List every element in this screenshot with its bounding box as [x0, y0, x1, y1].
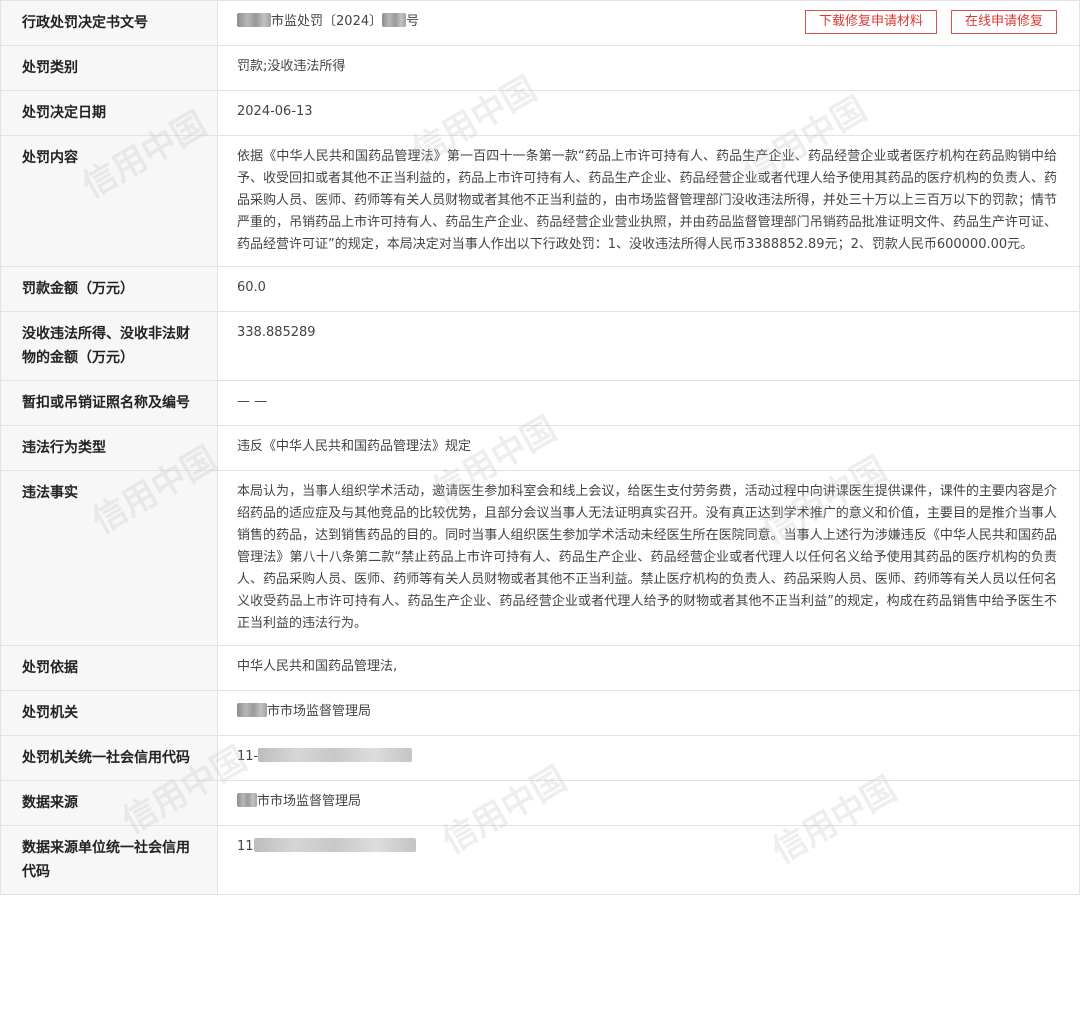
- redacted-text: [258, 748, 413, 762]
- doc-number-paren: 〕: [369, 14, 383, 29]
- row-value: 11-: [217, 735, 1080, 781]
- doc-number-suffix: 号: [406, 14, 420, 29]
- row-basis: 处罚依据 中华人民共和国药品管理法,: [0, 645, 1080, 691]
- penalty-record-table: 行政处罚决定书文号 市监处罚〔2024〕 号 下载修复申请材料 在线申请修复 处罚…: [0, 0, 1080, 895]
- row-label: 违法行为类型: [0, 425, 218, 471]
- row-value: 市市场监督管理局: [217, 690, 1080, 736]
- row-label: 处罚依据: [0, 645, 218, 691]
- redacted-text: [382, 13, 407, 27]
- row-label: 处罚机关统一社会信用代码: [0, 735, 218, 781]
- row-label: 违法事实: [0, 470, 218, 646]
- row-value: 本局认为，当事人组织学术活动，邀请医生参加科室会和线上会议，给医生支付劳务费，活…: [217, 470, 1080, 646]
- row-value: 11: [217, 825, 1080, 895]
- row-authority: 处罚机关 市市场监督管理局: [0, 690, 1080, 736]
- row-value: 2024-06-13: [217, 90, 1080, 136]
- row-label: 处罚内容: [0, 135, 218, 267]
- row-label: 没收违法所得、没收非法财物的金额（万元）: [0, 311, 218, 381]
- redacted-text: [237, 13, 271, 27]
- row-value: 338.885289: [217, 311, 1080, 381]
- content-text: 依据《中华人民共和国药品管理法》第一百四十一条第一款“药品上市许可持有人、药品生…: [237, 149, 1057, 252]
- row-value: 依据《中华人民共和国药品管理法》第一百四十一条第一款“药品上市许可持有人、药品生…: [217, 135, 1080, 267]
- credit-code-prefix: 11-: [237, 749, 259, 764]
- row-decision-date: 处罚决定日期 2024-06-13: [0, 90, 1080, 136]
- row-value: 中华人民共和国药品管理法,: [217, 645, 1080, 691]
- row-value: 市监处罚〔2024〕 号 下载修复申请材料 在线申请修复: [217, 0, 1080, 46]
- row-label: 处罚决定日期: [0, 90, 218, 136]
- row-label: 罚款金额（万元）: [0, 266, 218, 312]
- row-label: 处罚机关: [0, 690, 218, 736]
- redacted-text: [237, 703, 267, 717]
- row-authority-credit-code: 处罚机关统一社会信用代码 11-: [0, 735, 1080, 781]
- row-license: 暂扣或吊销证照名称及编号 — —: [0, 380, 1080, 426]
- row-label: 数据来源单位统一社会信用代码: [0, 825, 218, 895]
- redacted-text: [253, 838, 416, 852]
- doc-number-year: 2024: [336, 14, 370, 29]
- row-value: 违反《中华人民共和国药品管理法》规定: [217, 425, 1080, 471]
- authority-name: 市市场监督管理局: [267, 704, 372, 719]
- row-violation-type: 违法行为类型 违反《中华人民共和国药品管理法》规定: [0, 425, 1080, 471]
- action-buttons: 下载修复申请材料 在线申请修复: [804, 10, 1057, 34]
- row-category: 处罚类别 罚款;没收违法所得: [0, 45, 1080, 91]
- row-value: 60.0: [217, 266, 1080, 312]
- row-label: 数据来源: [0, 780, 218, 826]
- row-source-credit-code: 数据来源单位统一社会信用代码 11: [0, 825, 1080, 895]
- row-label: 暂扣或吊销证照名称及编号: [0, 380, 218, 426]
- row-content: 处罚内容 依据《中华人民共和国药品管理法》第一百四十一条第一款“药品上市许可持有…: [0, 135, 1080, 267]
- facts-text: 本局认为，当事人组织学术活动，邀请医生参加科室会和线上会议，给医生支付劳务费，活…: [237, 484, 1057, 631]
- row-label: 处罚类别: [0, 45, 218, 91]
- row-violation-facts: 违法事实 本局认为，当事人组织学术活动，邀请医生参加科室会和线上会议，给医生支付…: [0, 470, 1080, 646]
- data-source-name: 市市场监督管理局: [257, 794, 362, 809]
- credit-code-prefix: 11: [237, 839, 254, 854]
- row-data-source: 数据来源 市市场监督管理局: [0, 780, 1080, 826]
- row-value: — —: [217, 380, 1080, 426]
- row-value: 市市场监督管理局: [217, 780, 1080, 826]
- redacted-text: [237, 793, 257, 807]
- row-fine-amount: 罚款金额（万元） 60.0: [0, 266, 1080, 312]
- online-repair-button[interactable]: 在线申请修复: [950, 10, 1057, 34]
- row-confiscated-amount: 没收违法所得、没收非法财物的金额（万元） 338.885289: [0, 311, 1080, 381]
- doc-number: 市监处罚〔2024〕 号: [237, 8, 419, 36]
- download-repair-materials-button[interactable]: 下载修复申请材料: [804, 10, 937, 34]
- row-value: 罚款;没收违法所得: [217, 45, 1080, 91]
- doc-number-container: 市监处罚〔2024〕 号 下载修复申请材料 在线申请修复: [237, 8, 1057, 36]
- doc-number-paren: 〔: [323, 14, 337, 29]
- row-label: 行政处罚决定书文号: [0, 0, 218, 46]
- row-doc-number: 行政处罚决定书文号 市监处罚〔2024〕 号 下载修复申请材料 在线申请修复: [0, 0, 1080, 46]
- doc-number-part: 市监处罚: [271, 14, 324, 29]
